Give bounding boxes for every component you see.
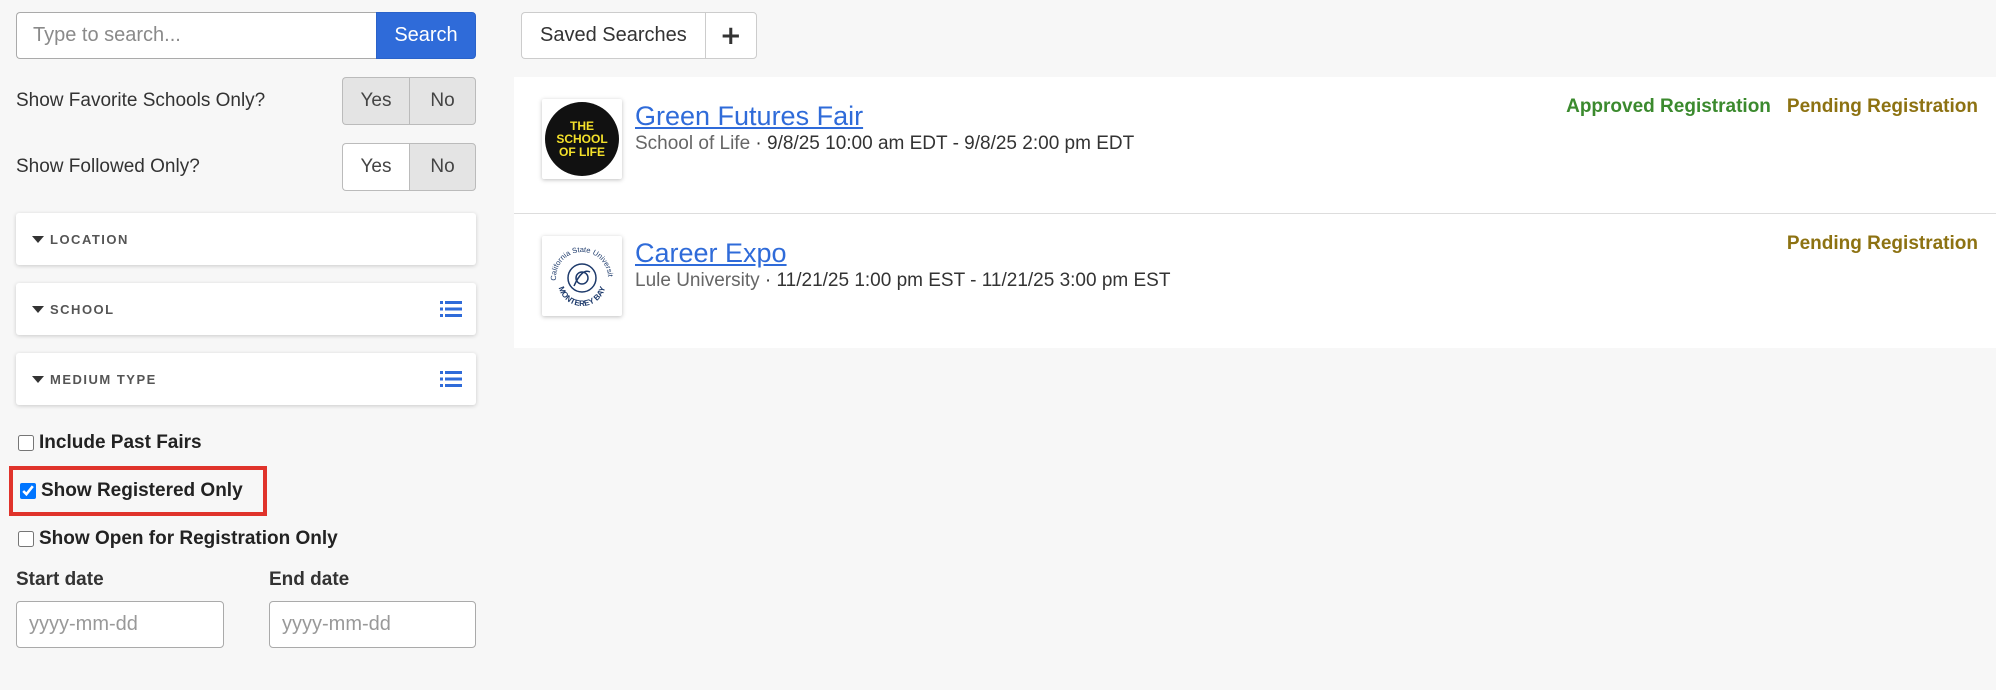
- include-past-fairs-checkbox[interactable]: [18, 435, 34, 451]
- favorite-schools-toggle-row: Show Favorite Schools Only? Yes No: [16, 77, 476, 125]
- end-date-group: End date: [269, 569, 476, 648]
- show-open-registration-row[interactable]: Show Open for Registration Only: [16, 523, 476, 555]
- saved-searches-button[interactable]: Saved Searches: [521, 12, 705, 59]
- result-dates: 9/8/25 10:00 am EDT - 9/8/25 2:00 pm EDT: [767, 133, 1135, 154]
- end-date-label: End date: [269, 569, 350, 590]
- include-past-fairs-label: Include Past Fairs: [39, 432, 202, 453]
- search-button[interactable]: Search: [376, 12, 476, 59]
- show-registered-only-row[interactable]: Show Registered Only: [9, 466, 267, 516]
- csumb-seal-icon: California State University MONTEREY BAY: [544, 238, 617, 312]
- school-of-life-logo-icon: THE SCHOOL OF LIFE: [545, 102, 619, 176]
- followed-yes-button[interactable]: Yes: [342, 143, 409, 191]
- result-dates: 11/21/25 1:00 pm EST - 11/21/25 3:00 pm …: [776, 270, 1171, 291]
- favorite-schools-label: Show Favorite Schools Only?: [16, 90, 266, 111]
- followed-label: Show Followed Only?: [16, 156, 200, 177]
- favorite-schools-yes-button[interactable]: Yes: [342, 77, 409, 125]
- show-registered-only-label: Show Registered Only: [41, 480, 243, 501]
- result-meta: School of Life · 9/8/25 10:00 am EDT - 9…: [635, 133, 1134, 155]
- result-badges: Approved Registration Pending Registrati…: [1566, 96, 1978, 118]
- checkbox-group: Include Past Fairs Show Registered Only …: [9, 427, 476, 555]
- pending-registration-badge: Pending Registration: [1786, 96, 1978, 117]
- plus-icon: +: [719, 20, 742, 51]
- svg-text:SCHOOL: SCHOOL: [556, 132, 607, 146]
- search-bar: Search: [16, 12, 476, 59]
- saved-searches-bar: Saved Searches +: [521, 12, 757, 59]
- list-icon[interactable]: [440, 370, 462, 388]
- caret-down-icon: [32, 305, 44, 313]
- facet-school[interactable]: SCHOOL: [16, 283, 476, 335]
- result-title-link[interactable]: Career Expo: [635, 236, 1170, 270]
- show-registered-only-checkbox[interactable]: [20, 483, 36, 499]
- result-item: California State University MONTEREY BAY…: [514, 213, 1996, 348]
- show-open-registration-label: Show Open for Registration Only: [39, 528, 338, 549]
- svg-text:OF LIFE: OF LIFE: [559, 145, 605, 159]
- approved-registration-badge: Approved Registration: [1566, 96, 1771, 117]
- facet-school-header: SCHOOL: [32, 302, 115, 317]
- caret-down-icon: [32, 375, 44, 383]
- list-icon[interactable]: [440, 300, 462, 318]
- followed-toggle: Yes No: [342, 143, 476, 191]
- facet-school-label: SCHOOL: [50, 301, 115, 317]
- result-info: Career Expo Lule University · 11/21/25 1…: [635, 236, 1170, 292]
- show-open-registration-checkbox[interactable]: [18, 531, 34, 547]
- facet-medium-type-label: MEDIUM TYPE: [50, 371, 157, 387]
- facet-medium-type[interactable]: MEDIUM TYPE: [16, 353, 476, 405]
- result-item: THE SCHOOL OF LIFE Green Futures Fair Sc…: [514, 77, 1996, 213]
- result-school: Lule University: [635, 270, 760, 291]
- date-range: Start date End date: [16, 569, 476, 648]
- school-of-life-logo: THE SCHOOL OF LIFE: [542, 99, 622, 179]
- end-date-input[interactable]: [269, 601, 476, 648]
- pending-registration-badge: Pending Registration: [1786, 233, 1978, 254]
- meta-separator: ·: [759, 270, 777, 291]
- result-info: Green Futures Fair School of Life · 9/8/…: [635, 99, 1134, 155]
- results-list: THE SCHOOL OF LIFE Green Futures Fair Sc…: [514, 77, 1996, 348]
- page: Search Show Favorite Schools Only? Yes N…: [0, 0, 1996, 690]
- result-school: School of Life: [635, 133, 751, 154]
- facet-medium-type-header: MEDIUM TYPE: [32, 372, 157, 387]
- search-input[interactable]: [16, 12, 376, 59]
- favorite-schools-toggle: Yes No: [342, 77, 476, 125]
- result-badges: Pending Registration: [1787, 233, 1978, 255]
- meta-separator: ·: [750, 133, 768, 154]
- caret-down-icon: [32, 235, 44, 243]
- svg-text:THE: THE: [570, 119, 594, 133]
- facet-location[interactable]: LOCATION: [16, 213, 476, 265]
- favorite-schools-no-button[interactable]: No: [409, 77, 476, 125]
- followed-toggle-row: Show Followed Only? Yes No: [16, 143, 476, 191]
- include-past-fairs-row[interactable]: Include Past Fairs: [16, 427, 476, 459]
- csumb-logo: California State University MONTEREY BAY: [542, 236, 622, 316]
- start-date-group: Start date: [16, 569, 224, 648]
- add-saved-search-button[interactable]: +: [704, 12, 757, 59]
- result-meta: Lule University · 11/21/25 1:00 pm EST -…: [635, 270, 1170, 292]
- start-date-input[interactable]: [16, 601, 224, 648]
- facet-location-label: LOCATION: [50, 231, 129, 247]
- start-date-label: Start date: [16, 569, 104, 590]
- result-title-link[interactable]: Green Futures Fair: [635, 99, 1134, 133]
- filter-panel: Search Show Favorite Schools Only? Yes N…: [9, 12, 476, 648]
- followed-no-button[interactable]: No: [409, 143, 476, 191]
- facet-location-header: LOCATION: [32, 232, 129, 247]
